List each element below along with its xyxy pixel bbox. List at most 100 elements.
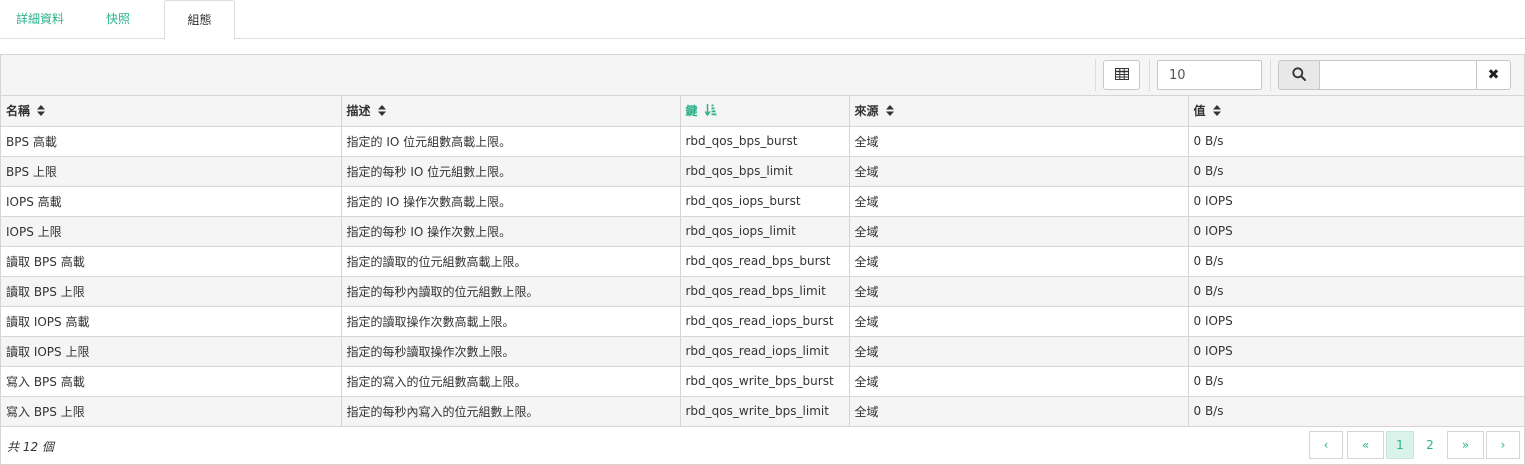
- cell-source: 全域: [849, 396, 1189, 427]
- cell-description: 指定的 IO 操作次數高載上限。: [341, 186, 681, 217]
- cell-key: rbd_qos_read_bps_burst: [680, 246, 850, 277]
- cell-description: 指定的每秒內寫入的位元組數上限。: [341, 396, 681, 427]
- cell-description: 指定的每秒讀取操作次數上限。: [341, 336, 681, 367]
- cell-value: 0 IOPS: [1188, 186, 1524, 217]
- cell-source: 全域: [849, 156, 1189, 187]
- first-page-button[interactable]: «: [1347, 431, 1384, 459]
- cell-source: 全域: [849, 366, 1189, 397]
- cell-value: 0 IOPS: [1188, 306, 1524, 337]
- table-row[interactable]: 讀取 BPS 高載 指定的讀取的位元組數高載上限。 rbd_qos_read_bps…: [1, 246, 1524, 277]
- cell-name: 寫入 BPS 高載: [1, 366, 342, 397]
- toolbar-divider: [1149, 59, 1150, 91]
- column-header-name[interactable]: 名稱: [1, 96, 342, 127]
- table-header-row: 名稱 描述 鍵 來源 值: [1, 96, 1524, 127]
- table-row[interactable]: 讀取 IOPS 高載 指定的讀取操作次數高載上限。 rbd_qos_read_iop…: [1, 306, 1524, 337]
- column-header-key[interactable]: 鍵: [680, 96, 850, 127]
- page-2-button[interactable]: 2: [1416, 431, 1444, 459]
- cell-key: rbd_qos_read_iops_limit: [680, 336, 850, 367]
- cell-name: BPS 高載: [1, 126, 342, 157]
- tab-snapshots[interactable]: 快照: [106, 0, 130, 39]
- toolbar-divider: [1095, 59, 1096, 91]
- table-row[interactable]: 讀取 BPS 上限 指定的每秒內讀取的位元組數上限。 rbd_qos_read_bp…: [1, 276, 1524, 307]
- cell-name: 寫入 BPS 上限: [1, 396, 342, 427]
- tab-bar: 詳細資料 快照 組態: [0, 0, 1525, 40]
- cell-description: 指定的讀取操作次數高載上限。: [341, 306, 681, 337]
- cell-value: 0 B/s: [1188, 126, 1524, 157]
- cell-source: 全域: [849, 306, 1189, 337]
- tab-details[interactable]: 詳細資料: [16, 0, 64, 39]
- cell-value: 0 B/s: [1188, 246, 1524, 277]
- search-input[interactable]: [1319, 60, 1477, 90]
- table-icon: [1114, 67, 1129, 83]
- column-header-value[interactable]: 值: [1188, 96, 1524, 127]
- cell-name: 讀取 IOPS 上限: [1, 336, 342, 367]
- cell-name: BPS 上限: [1, 156, 342, 187]
- cell-source: 全域: [849, 246, 1189, 277]
- column-toggle-button[interactable]: [1103, 60, 1140, 90]
- cell-source: 全域: [849, 336, 1189, 367]
- cell-description: 指定的每秒 IO 位元組數上限。: [341, 156, 681, 187]
- cell-value: 0 B/s: [1188, 396, 1524, 427]
- cell-key: rbd_qos_bps_limit: [680, 156, 850, 187]
- sort-icon: [885, 104, 894, 119]
- close-icon: ✖: [1487, 67, 1500, 83]
- column-label: 值: [1193, 104, 1206, 119]
- cell-description: 指定的 IO 位元組數高載上限。: [341, 126, 681, 157]
- cell-key: rbd_qos_read_iops_burst: [680, 306, 850, 337]
- table-row[interactable]: IOPS 上限 指定的每秒 IO 操作次數上限。 rbd_qos_iops_limi…: [1, 216, 1524, 247]
- cell-value: 0 IOPS: [1188, 336, 1524, 367]
- cell-key: rbd_qos_read_bps_limit: [680, 276, 850, 307]
- sort-icon: [1212, 104, 1221, 119]
- table-row[interactable]: 讀取 IOPS 上限 指定的每秒讀取操作次數上限。 rbd_qos_read_iop…: [1, 336, 1524, 367]
- table-row[interactable]: IOPS 高載 指定的 IO 操作次數高載上限。 rbd_qos_iops_burs…: [1, 186, 1524, 217]
- clear-search-button[interactable]: ✖: [1476, 60, 1511, 90]
- cell-key: rbd_qos_write_bps_burst: [680, 366, 850, 397]
- cell-name: 讀取 BPS 上限: [1, 276, 342, 307]
- table-row[interactable]: BPS 上限 指定的每秒 IO 位元組數上限。 rbd_qos_bps_limit 全…: [1, 156, 1524, 187]
- column-label: 名稱: [6, 104, 31, 119]
- cell-key: rbd_qos_write_bps_limit: [680, 396, 850, 427]
- cell-source: 全域: [849, 276, 1189, 307]
- cell-name: 讀取 IOPS 高載: [1, 306, 342, 337]
- cell-name: IOPS 高載: [1, 186, 342, 217]
- cell-source: 全域: [849, 186, 1189, 217]
- cell-source: 全域: [849, 126, 1189, 157]
- cell-name: IOPS 上限: [1, 216, 342, 247]
- cell-description: 指定的讀取的位元組數高載上限。: [341, 246, 681, 277]
- search-addon: [1278, 60, 1320, 90]
- previous-page-button[interactable]: ‹: [1309, 431, 1343, 459]
- column-header-source[interactable]: 來源: [849, 96, 1189, 127]
- column-label: 鍵: [685, 104, 698, 119]
- page-size-input[interactable]: [1157, 60, 1262, 90]
- sort-ascending-icon: [703, 104, 717, 119]
- table-footer: 共 12 個 ‹ « 1 2 » ›: [1, 426, 1524, 464]
- table-toolbar: ✖: [1, 55, 1524, 96]
- table-row[interactable]: 寫入 BPS 上限 指定的每秒內寫入的位元組數上限。 rbd_qos_write_b…: [1, 396, 1524, 427]
- cell-value: 0 B/s: [1188, 276, 1524, 307]
- cell-description: 指定的寫入的位元組數高載上限。: [341, 366, 681, 397]
- cell-name: 讀取 BPS 高載: [1, 246, 342, 277]
- search-icon: [1292, 66, 1306, 84]
- column-header-description[interactable]: 描述: [341, 96, 681, 127]
- tab-configuration[interactable]: 組態: [164, 0, 235, 40]
- cell-key: rbd_qos_bps_burst: [680, 126, 850, 157]
- cell-key: rbd_qos_iops_burst: [680, 186, 850, 217]
- table-row[interactable]: 寫入 BPS 高載 指定的寫入的位元組數高載上限。 rbd_qos_write_bp…: [1, 366, 1524, 397]
- page-1-button[interactable]: 1: [1386, 431, 1414, 459]
- sort-icon: [377, 104, 386, 119]
- toolbar-divider: [1270, 59, 1271, 91]
- cell-key: rbd_qos_iops_limit: [680, 216, 850, 247]
- cell-source: 全域: [849, 216, 1189, 247]
- column-label: 來源: [854, 104, 879, 119]
- sort-icon: [37, 104, 46, 119]
- last-page-button[interactable]: »: [1447, 431, 1484, 459]
- cell-value: 0 B/s: [1188, 156, 1524, 187]
- cell-value: 0 B/s: [1188, 366, 1524, 397]
- table-row[interactable]: BPS 高載 指定的 IO 位元組數高載上限。 rbd_qos_bps_burst 全…: [1, 126, 1524, 157]
- cell-description: 指定的每秒內讀取的位元組數上限。: [341, 276, 681, 307]
- cell-description: 指定的每秒 IO 操作次數上限。: [341, 216, 681, 247]
- column-label: 描述: [346, 104, 371, 119]
- cell-value: 0 IOPS: [1188, 216, 1524, 247]
- configuration-table: 名稱 描述 鍵 來源 值 BPS 高載 指定的 IO 位元組數高載上限。 rbd_q…: [1, 96, 1524, 427]
- next-page-button[interactable]: ›: [1486, 431, 1520, 459]
